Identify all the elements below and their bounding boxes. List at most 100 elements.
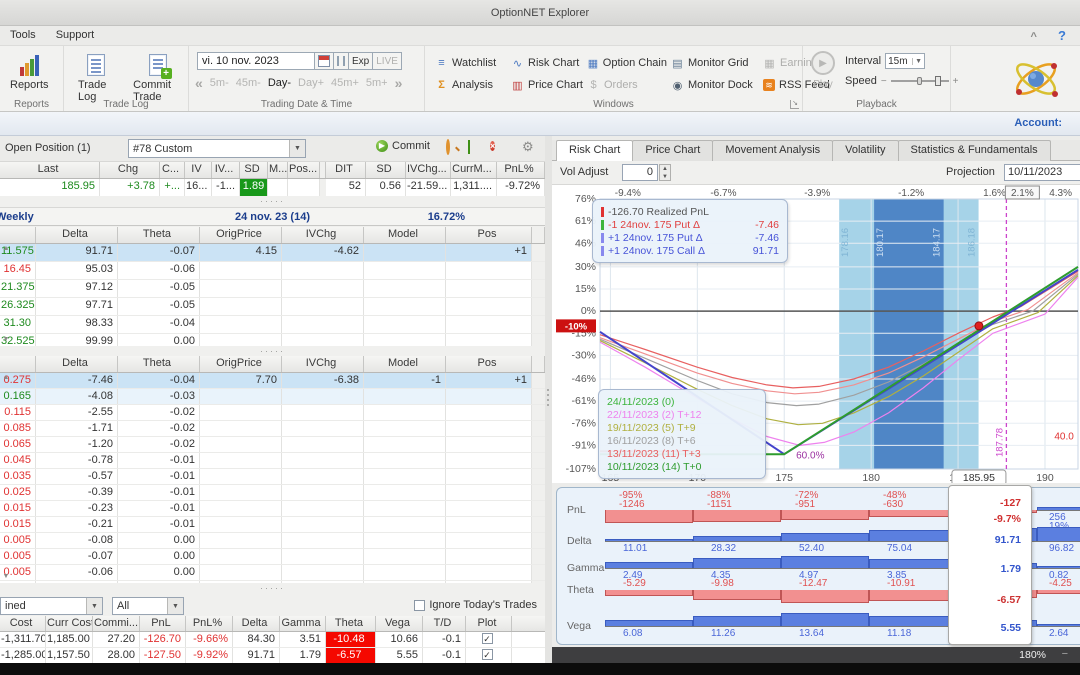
- column-header[interactable]: [0, 227, 36, 243]
- reports-button[interactable]: Reports: [4, 50, 55, 91]
- table-row[interactable]: 0.165-4.08-0.03: [0, 389, 545, 405]
- risk-chart[interactable]: 178.16180.17184.17186.18187.7876%61%46%3…: [552, 185, 1080, 483]
- table-row[interactable]: 0.275-7.46-0.047.70-6.38-1+1: [0, 373, 545, 389]
- trade-group-select[interactable]: ined ▼: [0, 597, 103, 615]
- column-header[interactable]: Commi...: [93, 616, 140, 631]
- exp-button[interactable]: Exp: [349, 52, 373, 70]
- time-step-5m-[interactable]: 5m-: [210, 77, 229, 89]
- menu-item-tools[interactable]: Tools: [0, 26, 46, 44]
- table-row[interactable]: 0.045-0.78-0.01: [0, 453, 545, 469]
- column-header[interactable]: Pos: [446, 227, 532, 243]
- tab-volatility[interactable]: Volatility: [832, 140, 898, 161]
- table-row[interactable]: 0.115-2.55-0.02: [0, 405, 545, 421]
- scroll-down-icon[interactable]: ▼: [0, 336, 12, 343]
- projection-date-input[interactable]: 10/11/2023: [1004, 164, 1080, 181]
- table-row[interactable]: 0.005-0.070.00: [0, 549, 545, 565]
- scroll-track[interactable]: [532, 469, 545, 484]
- windows-button-price-chart[interactable]: ▥Price Chart: [511, 74, 583, 96]
- column-header[interactable]: SD: [240, 162, 268, 178]
- table-row[interactable]: 21.37597.12-0.05: [0, 280, 545, 298]
- column-header[interactable]: C...: [160, 162, 185, 178]
- vol-adjust-spinner[interactable]: ▲▼: [659, 164, 671, 181]
- ignore-todays-trades-checkbox[interactable]: Ignore Today's Trades: [414, 599, 537, 611]
- calendar-button[interactable]: [315, 52, 334, 70]
- plot-checkbox[interactable]: ✓: [482, 649, 493, 660]
- export-icon[interactable]: [468, 141, 470, 153]
- help-icon[interactable]: ?: [1058, 28, 1066, 43]
- column-header[interactable]: SD: [366, 162, 406, 178]
- column-header[interactable]: Theta: [118, 227, 200, 243]
- windows-button-option-chain[interactable]: ▦Option Chain: [587, 52, 667, 74]
- scroll-track[interactable]: [532, 244, 545, 261]
- scroll-track[interactable]: [532, 565, 545, 580]
- scroll-track[interactable]: [532, 549, 545, 564]
- column-header[interactable]: IVChg: [282, 356, 364, 372]
- scroll-track[interactable]: [532, 373, 545, 388]
- scroll-track[interactable]: [532, 262, 545, 279]
- scroll-track[interactable]: [532, 485, 545, 500]
- table-row[interactable]: 0.005-0.060.00: [0, 565, 545, 581]
- column-header[interactable]: Chg: [100, 162, 160, 178]
- time-step-45m+[interactable]: 45m+: [331, 77, 359, 89]
- scroll-track[interactable]: [532, 421, 545, 436]
- column-header[interactable]: Model: [364, 227, 446, 243]
- speed-minus-icon[interactable]: −: [881, 76, 887, 87]
- vol-adjust-input[interactable]: 0: [622, 164, 658, 181]
- scroll-track[interactable]: [532, 298, 545, 315]
- column-header[interactable]: Delta: [233, 616, 280, 631]
- column-header[interactable]: Delta: [36, 356, 118, 372]
- table-row[interactable]: 0.005-0.080.00: [0, 533, 545, 549]
- column-header[interactable]: Theta: [118, 356, 200, 372]
- column-header[interactable]: Pos: [446, 356, 532, 372]
- scroll-track[interactable]: [532, 389, 545, 404]
- column-header[interactable]: IV...: [212, 162, 240, 178]
- play-button[interactable]: ▶: [811, 51, 835, 75]
- tab-price-chart[interactable]: Price Chart: [632, 140, 713, 161]
- horizontal-splitter[interactable]: ·····: [0, 196, 545, 207]
- column-header[interactable]: PnL%: [497, 162, 545, 178]
- scroll-track[interactable]: [532, 437, 545, 452]
- commit-trade-button[interactable]: + Commit Trade: [127, 50, 188, 103]
- table-row[interactable]: 0.035-0.57-0.01: [0, 469, 545, 485]
- time-step-5m+[interactable]: 5m+: [366, 77, 388, 89]
- table-row[interactable]: -1,311.701,185.0027.20-126.70-9.66%84.30…: [0, 632, 545, 648]
- column-header[interactable]: DIT: [326, 162, 366, 178]
- column-header[interactable]: Delta: [36, 227, 118, 243]
- scroll-down-icon[interactable]: ▼: [0, 573, 12, 580]
- column-header[interactable]: Plot: [466, 616, 512, 631]
- column-header[interactable]: IVChg...: [406, 162, 451, 178]
- tab-risk-chart[interactable]: Risk Chart: [556, 140, 633, 161]
- column-header[interactable]: PnL%: [186, 616, 233, 631]
- table-row[interactable]: 0.065-1.20-0.02: [0, 437, 545, 453]
- windows-button-monitor-dock[interactable]: ◉Monitor Dock: [671, 74, 759, 96]
- table-row[interactable]: 0.085-1.71-0.02: [0, 421, 545, 437]
- column-header[interactable]: IVChg: [282, 227, 364, 243]
- column-header[interactable]: Model: [364, 356, 446, 372]
- column-header[interactable]: PnL: [140, 616, 186, 631]
- table-row[interactable]: 26.32597.71-0.05: [0, 298, 545, 316]
- table-row[interactable]: 31.3098.33-0.04: [0, 316, 545, 334]
- windows-button-watchlist[interactable]: ≡Watchlist: [435, 52, 507, 74]
- windows-button-analysis[interactable]: ΣAnalysis: [435, 74, 507, 96]
- menu-item-support[interactable]: Support: [46, 26, 105, 44]
- horizontal-splitter[interactable]: ·····: [0, 583, 545, 596]
- windows-dialog-launcher-icon[interactable]: ↘: [790, 100, 799, 109]
- column-header[interactable]: OrigPrice: [200, 227, 282, 243]
- column-header[interactable]: Vega: [376, 616, 423, 631]
- interval-select[interactable]: 15m▼: [885, 53, 925, 69]
- minimize-icon[interactable]: −: [1062, 648, 1068, 660]
- time-step-45m-[interactable]: 45m-: [236, 77, 261, 89]
- commit-button[interactable]: ▶ Commit: [376, 140, 430, 152]
- column-header[interactable]: Cost: [0, 616, 46, 631]
- table-row[interactable]: -1,285.001,157.5028.00-127.50-9.92%91.71…: [0, 648, 545, 663]
- scroll-track[interactable]: [532, 453, 545, 468]
- trade-log-button[interactable]: Trade Log: [72, 50, 119, 103]
- column-header[interactable]: Theta: [326, 616, 376, 631]
- speed-slider[interactable]: [891, 76, 949, 86]
- trading-date-input[interactable]: vi. 10 nov. 2023: [197, 52, 315, 70]
- table-row[interactable]: 185.95+3.78+...16...-1...1.89520.56-21.5…: [0, 179, 545, 197]
- time-button[interactable]: [334, 52, 349, 70]
- scroll-track[interactable]: [532, 405, 545, 420]
- scroll-track[interactable]: [532, 316, 545, 333]
- live-button[interactable]: LIVE: [373, 52, 402, 70]
